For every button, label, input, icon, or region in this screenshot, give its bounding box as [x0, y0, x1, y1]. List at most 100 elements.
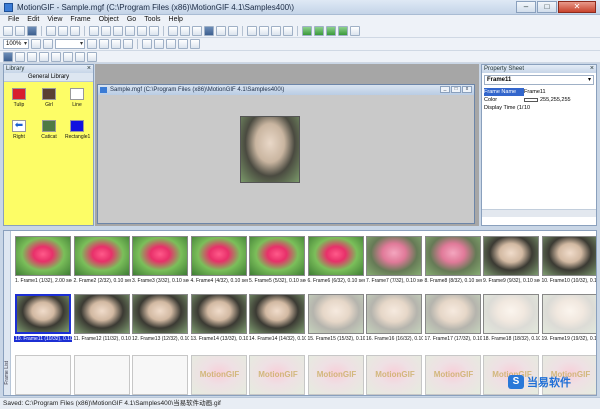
frame-item[interactable]: 5. Frame5 (5/32), 0.10 sec [248, 234, 306, 292]
arrow-up-icon[interactable] [111, 39, 121, 49]
library-item-rectangle[interactable]: Rectangle1 [65, 120, 90, 140]
print-icon[interactable] [46, 26, 56, 36]
rectangle-tool-icon[interactable] [39, 51, 49, 62]
property-row[interactable]: Frame Name Frame11 [482, 88, 596, 96]
menu-go[interactable]: Go [123, 15, 140, 25]
undo-icon[interactable] [137, 26, 147, 36]
doc-minimize-button[interactable]: _ [440, 86, 450, 93]
frame-canvas-image[interactable] [240, 116, 300, 183]
maximize-button[interactable]: □ [537, 1, 557, 13]
property-value[interactable]: 10 [524, 104, 596, 112]
play-icon[interactable] [314, 26, 324, 36]
frame-item[interactable] [131, 353, 189, 395]
text-tool-icon[interactable] [27, 51, 37, 62]
minimize-button[interactable]: – [516, 1, 536, 13]
frame-item[interactable]: 11. Frame12 (11/32), 0.10 sec [73, 292, 131, 350]
arrow-left-icon[interactable] [87, 39, 97, 49]
new-file-icon[interactable] [3, 26, 13, 36]
menu-help[interactable]: Help [165, 15, 187, 25]
select-tool-icon[interactable] [3, 51, 13, 62]
zoom-in-icon[interactable] [31, 39, 41, 49]
frame-item[interactable]: 19. Frame19 (19/32), 0.10 sec [541, 292, 596, 350]
duplicate-frame-icon[interactable] [259, 26, 269, 36]
frame-item[interactable]: MotionGIF [248, 353, 306, 395]
first-frame-icon[interactable] [302, 26, 312, 36]
align-top-icon[interactable] [178, 39, 188, 49]
doc-close-button[interactable]: x [462, 86, 472, 93]
frame-item[interactable]: 9. Frame9 (9/32), 0.10 sec [482, 234, 540, 292]
polygon-tool-icon[interactable] [75, 51, 85, 62]
library-item-girl[interactable]: Girl [37, 88, 61, 108]
stop-icon[interactable] [326, 26, 336, 36]
frame-item[interactable] [14, 353, 72, 395]
image-tool-icon[interactable] [15, 51, 25, 62]
cut-icon[interactable] [89, 26, 99, 36]
frame-item[interactable]: MotionGIF [424, 353, 482, 395]
save-icon[interactable] [27, 26, 37, 36]
property-value[interactable]: Frame11 [524, 88, 596, 96]
properties-icon[interactable] [168, 26, 178, 36]
insert-frame-icon[interactable] [247, 26, 257, 36]
paste-icon[interactable] [113, 26, 123, 36]
menu-frame[interactable]: Frame [66, 15, 94, 25]
help-icon[interactable] [350, 26, 360, 36]
frame-item[interactable]: 1. Frame1 (1/32), 2.00 sec [14, 234, 72, 292]
frame-item[interactable]: 6. Frame6 (6/32), 0.10 sec [307, 234, 365, 292]
frame-item[interactable]: MotionGIF [307, 353, 365, 395]
frame-item[interactable]: MotionGIF [190, 353, 248, 395]
crop-icon[interactable] [204, 26, 214, 36]
menu-file[interactable]: File [4, 15, 23, 25]
menu-tools[interactable]: Tools [140, 15, 164, 25]
close-button[interactable]: ✕ [558, 1, 596, 13]
effect-icon[interactable] [283, 26, 293, 36]
align-bottom-icon[interactable] [190, 39, 200, 49]
align-left-icon[interactable] [142, 39, 152, 49]
library-icon[interactable] [192, 26, 202, 36]
frame-item[interactable]: 10. Frame10 (10/32), 0.10 sec [541, 234, 596, 292]
ellipse-tool-icon[interactable] [51, 51, 61, 62]
transition-icon[interactable] [271, 26, 281, 36]
close-icon[interactable]: × [87, 65, 91, 73]
frame-item[interactable]: 2. Frame2 (2/32), 0.10 sec [73, 234, 131, 292]
frame-item[interactable]: 4. Frame4 (4/32), 0.10 sec [190, 234, 248, 292]
frame-item[interactable]: 13. Frame14 (13/32), 0.10 sec [190, 292, 248, 350]
preview-icon[interactable] [58, 26, 68, 36]
last-frame-icon[interactable] [338, 26, 348, 36]
horizontal-scrollbar[interactable] [482, 209, 596, 217]
menu-view[interactable]: View [43, 15, 66, 25]
library-item-caticat[interactable]: Caticat [37, 120, 61, 140]
layers-icon[interactable] [180, 26, 190, 36]
copy-icon[interactable] [101, 26, 111, 36]
library-item-line[interactable]: Line [65, 88, 89, 108]
open-folder-icon[interactable] [15, 26, 25, 36]
menu-edit[interactable]: Edit [23, 15, 43, 25]
zoom-select[interactable]: 100% ▾ [3, 39, 29, 49]
frame-item[interactable]: 15. Frame15 (15/32), 0.10 sec [307, 292, 365, 350]
arrow-right-icon[interactable] [99, 39, 109, 49]
frame-item[interactable]: 12. Frame13 (12/32), 0.10 sec [131, 292, 189, 350]
close-icon[interactable]: × [590, 65, 594, 73]
align-right-icon[interactable] [166, 39, 176, 49]
menu-object[interactable]: Object [95, 15, 123, 25]
frame-select[interactable]: ▾ [55, 39, 85, 49]
redo-icon[interactable] [149, 26, 159, 36]
line-tool-icon[interactable] [63, 51, 73, 62]
property-row[interactable]: Display Time (1/10 10 [482, 104, 596, 112]
frame-item[interactable]: 14. Frame14 (14/32), 0.10 sec [248, 292, 306, 350]
frame-item[interactable]: 3. Frame3 (3/32), 0.10 sec [131, 234, 189, 292]
frame-item[interactable]: 7. Frame7 (7/32), 0.10 sec [365, 234, 423, 292]
property-value-wrap[interactable]: 255,255,255 [524, 96, 596, 104]
frame-item[interactable]: 8. Frame8 (8/32), 0.10 sec [424, 234, 482, 292]
pen-tool-icon[interactable] [87, 51, 97, 62]
export-icon[interactable] [70, 26, 80, 36]
frame-item[interactable] [73, 353, 131, 395]
object-select[interactable]: Frame11 ▾ [484, 75, 594, 85]
align-center-icon[interactable] [154, 39, 164, 49]
property-row[interactable]: Color 255,255,255 [482, 96, 596, 104]
arrow-down-icon[interactable] [123, 39, 133, 49]
frame-item[interactable]: 10. Frame11 (10/32), 0.10 sec [14, 292, 72, 350]
grid-icon[interactable] [228, 26, 238, 36]
doc-maximize-button[interactable]: □ [451, 86, 461, 93]
frame-item[interactable]: MotionGIF [365, 353, 423, 395]
library-item-tulip[interactable]: Tulip [7, 88, 31, 108]
